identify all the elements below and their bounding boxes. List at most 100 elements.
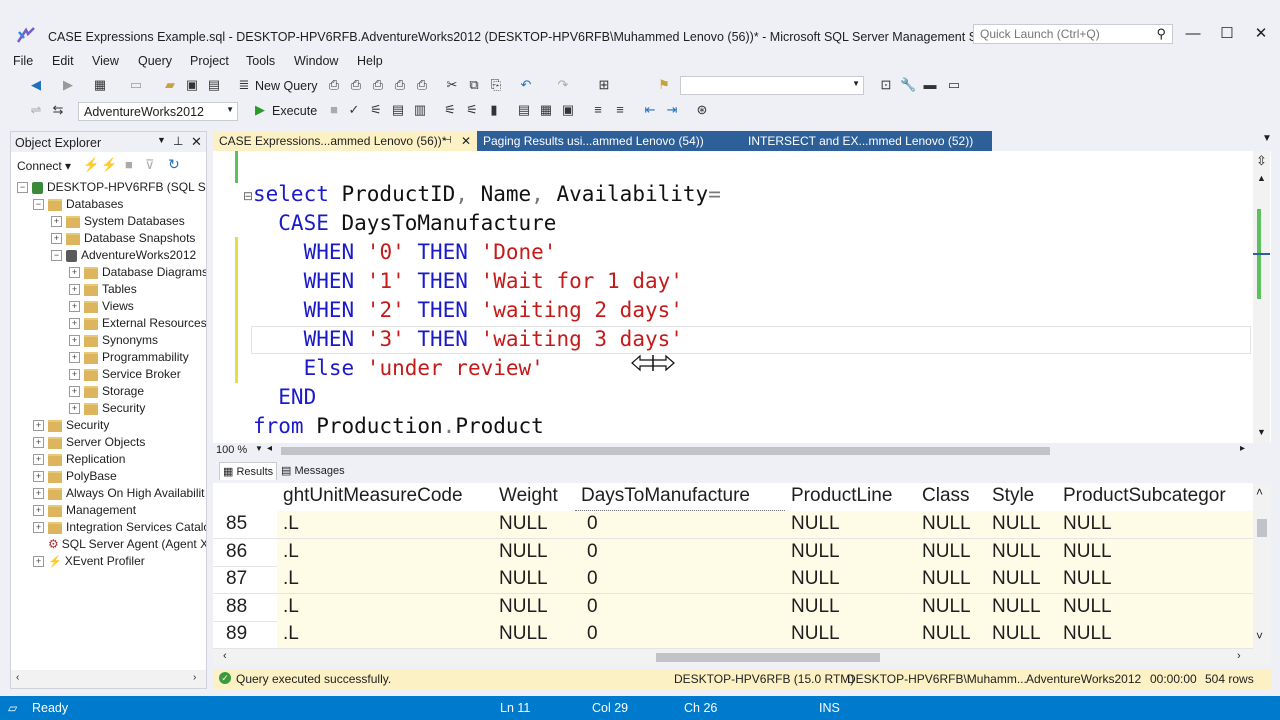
expand-icon[interactable]: + (33, 488, 44, 500)
cut-icon[interactable]: ✂ (444, 77, 460, 93)
expand-icon[interactable]: + (33, 522, 44, 534)
copy-icon[interactable]: ⧉ (466, 77, 482, 93)
results-to-file-icon[interactable]: ▣ (560, 102, 576, 118)
tree-node[interactable]: + Service Broker (69, 367, 181, 384)
table-row[interactable]: 87 .L NULL 0 NULL NULL NULL NULL (213, 566, 1253, 594)
new-query-button[interactable]: New Query (255, 79, 318, 93)
dmx-query-icon[interactable]: ⎙ (348, 77, 364, 93)
new-file-icon[interactable]: ▭ (128, 77, 144, 93)
table-cell[interactable]: NULL (791, 568, 840, 590)
parse-check-icon[interactable]: ✓ (346, 102, 362, 118)
results-to-text-icon[interactable]: ▤ (516, 102, 532, 118)
new-project-icon[interactable]: ▦ (92, 77, 108, 93)
menu-help[interactable]: Help (357, 54, 383, 68)
table-cell[interactable]: NULL (791, 596, 840, 618)
scroll-left-icon[interactable]: ◂ (267, 443, 272, 454)
display-plan-icon[interactable]: ⚟ (368, 102, 384, 118)
query-designer-icon[interactable]: ▤ (390, 102, 406, 118)
mdx-query-icon[interactable]: ⎙ (326, 77, 342, 93)
execute-button[interactable]: Execute (272, 104, 317, 118)
back-icon[interactable]: ◀ (28, 77, 44, 93)
tree-node[interactable]: + PolyBase (33, 469, 117, 486)
menu-window[interactable]: Window (294, 54, 338, 68)
results-grid[interactable]: ghtUnitMeasureCode Weight DaysToManufact… (213, 483, 1271, 649)
quick-launch-input[interactable] (974, 25, 1156, 43)
tab-intersect-except[interactable]: INTERSECT and EX...mmed Lenovo (52)) (742, 131, 992, 151)
table-cell[interactable]: .L (283, 596, 299, 618)
split-icon[interactable]: ⇳ (1256, 153, 1267, 169)
pin-icon[interactable]: ⊣ (443, 131, 452, 151)
expand-icon[interactable]: + (51, 233, 62, 245)
menu-view[interactable]: View (92, 54, 119, 68)
table-row[interactable]: 88 .L NULL 0 NULL NULL NULL NULL (213, 593, 1253, 622)
table-cell[interactable]: NULL (922, 541, 971, 563)
refresh-icon[interactable]: ↻ (168, 156, 180, 173)
scroll-left-icon[interactable]: ‹ (16, 672, 19, 683)
sql-editor[interactable]: ⊟ select ProductID, Name, Availability= … (213, 151, 1271, 443)
column-header[interactable]: Style (992, 485, 1034, 507)
find-combo[interactable]: ▼ (680, 76, 864, 95)
disconnect-icon[interactable]: ⚡ (101, 157, 117, 173)
pin-icon[interactable]: ⊥ (173, 134, 183, 148)
include-plan-icon[interactable]: ⚟ (442, 102, 458, 118)
change-connection-icon[interactable]: ⇆ (50, 102, 66, 118)
dropdown-icon[interactable]: ▼ (157, 135, 166, 145)
table-cell[interactable]: NULL (499, 623, 548, 645)
tree-node[interactable]: + Integration Services Catalo (33, 520, 206, 537)
collapse-icon[interactable]: ⊟ (243, 189, 253, 203)
table-cell[interactable]: NULL (499, 513, 548, 535)
execute-icon[interactable]: ▶ (252, 102, 268, 118)
table-row[interactable]: 85 .L NULL 0 NULL NULL NULL NULL (213, 511, 1253, 539)
stop-icon[interactable]: ■ (125, 157, 133, 172)
tree-hscroll[interactable]: ‹ › (11, 670, 206, 688)
collapse-icon[interactable]: − (17, 182, 28, 194)
expand-icon[interactable]: + (69, 284, 80, 296)
filter-icon[interactable]: ⊽ (145, 157, 155, 173)
tree-node[interactable]: − Databases (33, 197, 123, 214)
scroll-up-icon[interactable]: ▲ (1257, 173, 1266, 183)
undo-icon[interactable]: ↶ (518, 77, 534, 93)
tree-node[interactable]: + Security (33, 418, 109, 435)
table-cell[interactable]: NULL (992, 541, 1041, 563)
table-cell[interactable]: NULL (992, 623, 1041, 645)
solution-icon[interactable]: ⊞ (596, 77, 612, 93)
tree-node[interactable]: + Tables (69, 282, 137, 299)
row-number[interactable]: 87 (226, 568, 247, 590)
tree-node[interactable]: − DESKTOP-HPV6RFB (SQL Serv (17, 180, 206, 197)
paste-icon[interactable]: ⎘ (488, 77, 504, 93)
find-icon[interactable]: ⚑ (656, 77, 672, 93)
connect-button[interactable]: Connect ▾ (17, 159, 71, 173)
expand-icon[interactable]: + (69, 318, 80, 330)
row-number[interactable]: 89 (226, 623, 247, 645)
tab-results[interactable]: ▦ Results (219, 462, 278, 480)
window-layout-icon[interactable]: ▭ (946, 77, 962, 93)
menu-query[interactable]: Query (138, 54, 172, 68)
database-select[interactable]: AdventureWorks2012 ▼ (78, 102, 238, 121)
tree-node[interactable]: + Views (69, 299, 134, 316)
tree-node[interactable]: + Database Snapshots (51, 231, 195, 248)
column-header[interactable]: ghtUnitMeasureCode (283, 485, 463, 507)
connect-icon[interactable]: ⚡ (83, 157, 99, 173)
table-cell[interactable]: 0 (587, 513, 598, 535)
wrench-icon[interactable]: 🔧 (900, 77, 916, 93)
expand-icon[interactable]: + (33, 556, 44, 568)
connect-icon[interactable]: ⇌ (28, 102, 44, 118)
table-cell[interactable]: NULL (1063, 596, 1112, 618)
table-cell[interactable]: NULL (1063, 623, 1112, 645)
grid-hscroll-thumb[interactable] (656, 653, 880, 662)
scroll-down-icon[interactable]: ˅ (1256, 629, 1263, 643)
analysis-query-icon[interactable]: ⎙ (414, 77, 430, 93)
expand-icon[interactable]: + (69, 267, 80, 279)
table-cell[interactable]: NULL (499, 541, 548, 563)
table-cell[interactable]: NULL (992, 596, 1041, 618)
table-cell[interactable]: .L (283, 568, 299, 590)
dax-query-icon[interactable]: ⎙ (392, 77, 408, 93)
table-cell[interactable]: NULL (922, 513, 971, 535)
minimize-button[interactable]: — (1178, 24, 1208, 44)
grid-vscroll[interactable]: ˄ ˅ (1253, 483, 1271, 649)
comment-icon[interactable]: ≡ (590, 102, 606, 118)
table-cell[interactable]: NULL (791, 623, 840, 645)
table-row[interactable]: 86 .L NULL 0 NULL NULL NULL NULL (213, 538, 1253, 567)
column-header[interactable]: Class (922, 485, 970, 507)
tree-node[interactable]: + Server Objects (33, 435, 145, 452)
